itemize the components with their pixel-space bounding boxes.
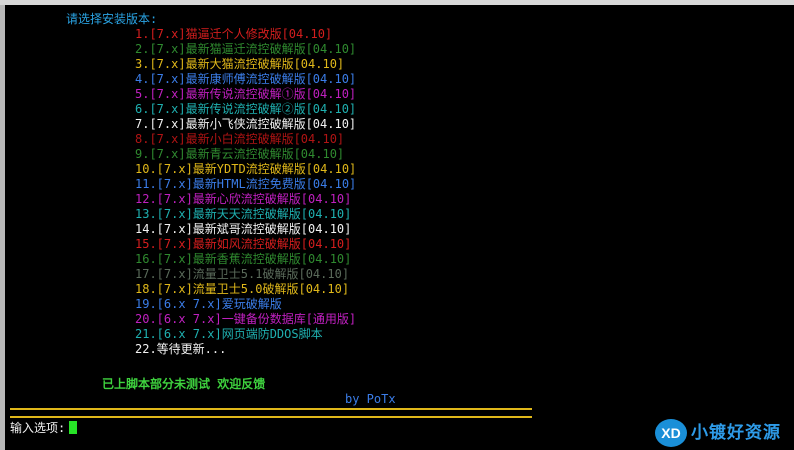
author-credit: by PoTx bbox=[345, 392, 396, 406]
watermark-site-name: 小镀好资源 bbox=[691, 422, 781, 443]
input-label: 输入选项: bbox=[10, 421, 66, 435]
menu-option: 16.[7.x]最新香蕉流控破解版[04.10] bbox=[135, 252, 352, 266]
menu-option: 15.[7.x]最新如风流控破解版[04.10] bbox=[135, 237, 352, 251]
menu-option: 2.[7.x]最新猫逼迁流控破解版[04.10] bbox=[135, 42, 357, 56]
menu-option: 1.[7.x]猫逼迁个人修改版[04.10] bbox=[135, 27, 333, 41]
watermark-logo-icon: XD bbox=[655, 419, 687, 447]
menu-option: 12.[7.x]最新心欣流控破解版[04.10] bbox=[135, 192, 352, 206]
menu-option: 14.[7.x]最新斌哥流控破解版[04.10] bbox=[135, 222, 352, 236]
feedback-notice: 已上脚本部分未测试 欢迎反馈 bbox=[102, 377, 266, 391]
menu-option: 20.[6.x 7.x]一键备份数据库[通用版] bbox=[135, 312, 357, 326]
menu-option: 17.[7.x]流量卫士5.1破解版[04.10] bbox=[135, 267, 350, 281]
menu-option: 19.[6.x 7.x]爱玩破解版 bbox=[135, 297, 282, 311]
menu-option: 10.[7.x]最新YDTD流控破解版[04.10] bbox=[135, 162, 357, 176]
menu-option: 7.[7.x]最新小飞侠流控破解版[04.10] bbox=[135, 117, 357, 131]
menu-option: 11.[7.x]最新HTML流控免费版[04.10] bbox=[135, 177, 357, 191]
install-version-prompt: 请选择安装版本: bbox=[66, 12, 158, 26]
terminal-screen[interactable]: 请选择安装版本: 1.[7.x]猫逼迁个人修改版[04.10] 2.[7.x]最新… bbox=[5, 5, 794, 450]
menu-option: 13.[7.x]最新天天流控破解版[04.10] bbox=[135, 207, 352, 221]
menu-option: 21.[6.x 7.x]网页端防DDOS脚本 bbox=[135, 327, 323, 341]
menu-option: 9.[7.x]最新青云流控破解版[04.10] bbox=[135, 147, 345, 161]
site-watermark: XD 小镀好资源 bbox=[655, 418, 781, 448]
menu-option: 5.[7.x]最新传说流控破解①版[04.10] bbox=[135, 87, 357, 101]
input-prompt-line[interactable]: 输入选项: bbox=[10, 421, 78, 436]
menu-option: 6.[7.x]最新传说流控破解②版[04.10] bbox=[135, 102, 357, 116]
menu-option: 22.等待更新... bbox=[135, 342, 227, 356]
menu-option: 18.[7.x]流量卫士5.0破解版[04.10] bbox=[135, 282, 350, 296]
version-menu: 1.[7.x]猫逼迁个人修改版[04.10] 2.[7.x]最新猫逼迁流控破解版[… bbox=[135, 27, 356, 357]
menu-option: 8.[7.x]最新小白流控破解版[04.10] bbox=[135, 132, 345, 146]
text-cursor[interactable] bbox=[69, 421, 78, 434]
menu-option: 4.[7.x]最新康师傅流控破解版[04.10] bbox=[135, 72, 357, 86]
menu-option: 3.[7.x]最新大猫流控破解版[04.10] bbox=[135, 57, 345, 71]
divider-line bbox=[10, 408, 532, 418]
